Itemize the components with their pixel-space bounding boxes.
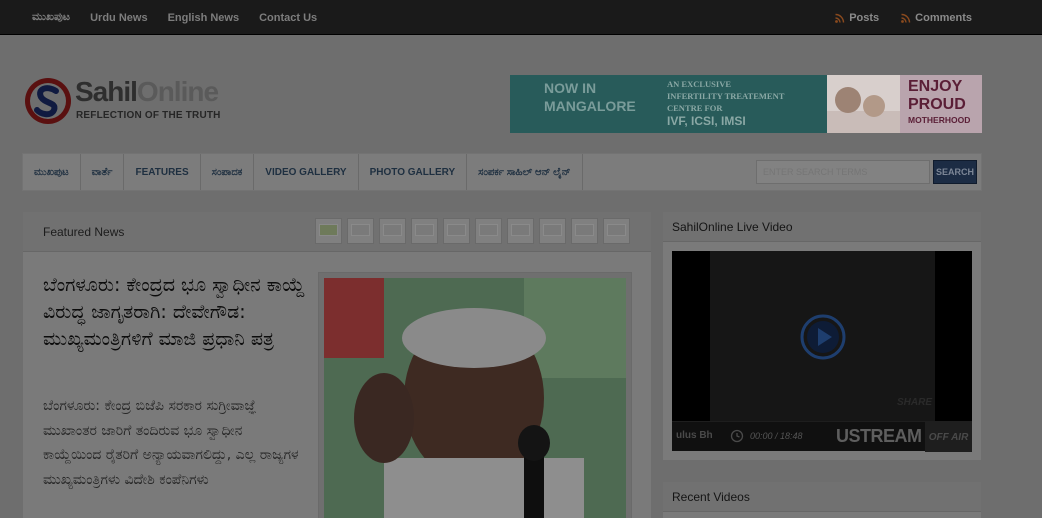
banner-description: AN EXCLUSIVE INFERTILITY TREATEMENT CENT… — [667, 79, 785, 113]
top-nav-home[interactable]: ಮುಖಪುಟ — [32, 11, 70, 24]
comments-label: Comments — [915, 11, 972, 24]
nav-contact[interactable]: ಸಂಪರ್ಕ ಸಾಹಿಲ್ ಆನ್ ಲೈನ್ — [467, 154, 583, 190]
thumbnail[interactable] — [507, 218, 534, 244]
top-nav: ಮುಖಪುಟ Urdu News English News Contact Us — [32, 0, 317, 35]
comments-feed-link[interactable]: Comments — [901, 12, 972, 24]
logo-wordmark: SahilOnline — [75, 76, 219, 107]
live-video-panel: SahilOnline Live Video SHARE ulus Bh 00:… — [662, 211, 982, 461]
ustream-logo[interactable]: USTREAM — [836, 426, 922, 447]
rss-icon — [901, 13, 911, 23]
logo-tagline: REFLECTION OF THE TRUTH — [76, 110, 221, 121]
featured-summary: ಬೆಂಗಳೂರು: ಕೇಂದ್ರ ಬಿಜೆಪಿ ಸರಕಾರ ಸುಗ್ರೀವಾಜ್… — [43, 398, 299, 488]
posts-label: Posts — [849, 11, 880, 24]
off-air-badge: OFF AIR — [925, 422, 972, 452]
nav-home[interactable]: ಮುಖಪುಟ — [23, 154, 81, 190]
clock-icon — [730, 429, 744, 443]
nav-editor[interactable]: ಸಂಪಾದಕ — [201, 154, 255, 190]
banner-tagline: ENJOY PROUD MOTHERHOOD — [900, 75, 982, 133]
top-nav-contact-us[interactable]: Contact Us — [259, 12, 317, 24]
play-icon[interactable] — [800, 314, 846, 360]
featured-thumbnails — [315, 218, 630, 244]
thumbnail[interactable] — [603, 218, 630, 244]
rss-icon — [835, 13, 845, 23]
thumbnail[interactable] — [347, 218, 374, 244]
video-player[interactable]: SHARE ulus Bh 00:00 / 18:48 USTREAM OFF … — [672, 251, 972, 452]
thumbnail[interactable] — [379, 218, 406, 244]
thumbnail[interactable] — [411, 218, 438, 244]
feed-links: Posts Comments — [835, 0, 972, 35]
thumbnail[interactable] — [475, 218, 502, 244]
banner-headline: NOW IN MANGALORE — [544, 80, 636, 114]
nav-features[interactable]: FEATURES — [124, 154, 201, 190]
video-time: 00:00 / 18:48 — [750, 431, 803, 441]
logo-s-icon — [25, 78, 71, 124]
live-video-header: SahilOnline Live Video — [663, 212, 981, 242]
recent-videos-header: Recent Videos — [663, 482, 981, 512]
banner-mother-child-image — [827, 75, 900, 133]
posts-feed-link[interactable]: Posts — [835, 12, 879, 24]
video-control-bar: ulus Bh 00:00 / 18:48 USTREAM OFF AIR — [672, 421, 972, 452]
main-nav: ಮುಖಪುಟ ವಾರ್ತೆ FEATURES ಸಂಪಾದಕ VIDEO GALL… — [22, 153, 982, 191]
featured-news-header: Featured News — [23, 212, 651, 252]
featured-news-panel: Featured News ಬೆಂಗಳೂರು: ಕೇಂದ್ರದ ಭೂ ಸ್ವಾಧ… — [22, 211, 652, 518]
top-nav-english-news[interactable]: English News — [168, 12, 240, 24]
thumbnail[interactable] — [539, 218, 566, 244]
top-nav-urdu-news[interactable]: Urdu News — [90, 12, 147, 24]
nav-news[interactable]: ವಾರ್ತೆ — [81, 154, 125, 190]
nav-video-gallery[interactable]: VIDEO GALLERY — [254, 154, 359, 190]
search-input[interactable] — [756, 160, 930, 184]
thumbnail[interactable] — [443, 218, 470, 244]
thumbnail[interactable] — [571, 218, 598, 244]
site-logo[interactable]: SahilOnline REFLECTION OF THE TRUTH — [23, 74, 233, 130]
nav-photo-gallery[interactable]: PHOTO GALLERY — [359, 154, 468, 190]
share-label[interactable]: SHARE — [897, 397, 932, 408]
featured-photo[interactable] — [318, 272, 632, 518]
featured-photo-image — [324, 278, 626, 518]
featured-headline[interactable]: ಬೆಂಗಳೂರು: ಕೇಂದ್ರದ ಭೂ ಸ್ವಾಧೀನ ಕಾಯ್ದೆ ವಿರು… — [43, 272, 313, 353]
search-button[interactable]: SEARCH — [933, 160, 977, 184]
banner-services: IVF, ICSI, IMSI — [667, 114, 746, 128]
recent-videos-panel: Recent Videos — [662, 481, 982, 518]
channel-name: ulus Bh — [676, 430, 713, 441]
top-bar: ಮುಖಪುಟ Urdu News English News Contact Us… — [0, 0, 1042, 35]
thumbnail[interactable] — [315, 218, 342, 244]
banner-ad[interactable]: NOW IN MANGALORE AN EXCLUSIVE INFERTILIT… — [510, 75, 982, 133]
featured-news-title: Featured News — [43, 225, 125, 239]
